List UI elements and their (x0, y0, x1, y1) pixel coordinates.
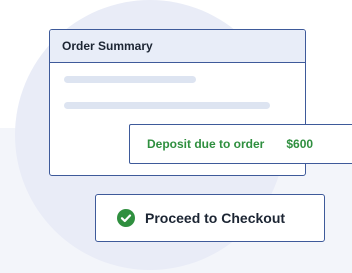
placeholder-line (64, 76, 196, 83)
proceed-to-checkout-button[interactable]: Proceed to Checkout (95, 194, 325, 242)
deposit-due-box: Deposit due to order $600 (129, 124, 352, 164)
order-summary-title: Order Summary (62, 39, 153, 53)
check-circle-icon (117, 209, 135, 227)
deposit-amount: $600 (286, 137, 314, 151)
placeholder-line (64, 102, 270, 109)
order-summary-header: Order Summary (50, 30, 305, 63)
deposit-label: Deposit due to order (147, 137, 265, 151)
checkout-label: Proceed to Checkout (145, 210, 286, 226)
